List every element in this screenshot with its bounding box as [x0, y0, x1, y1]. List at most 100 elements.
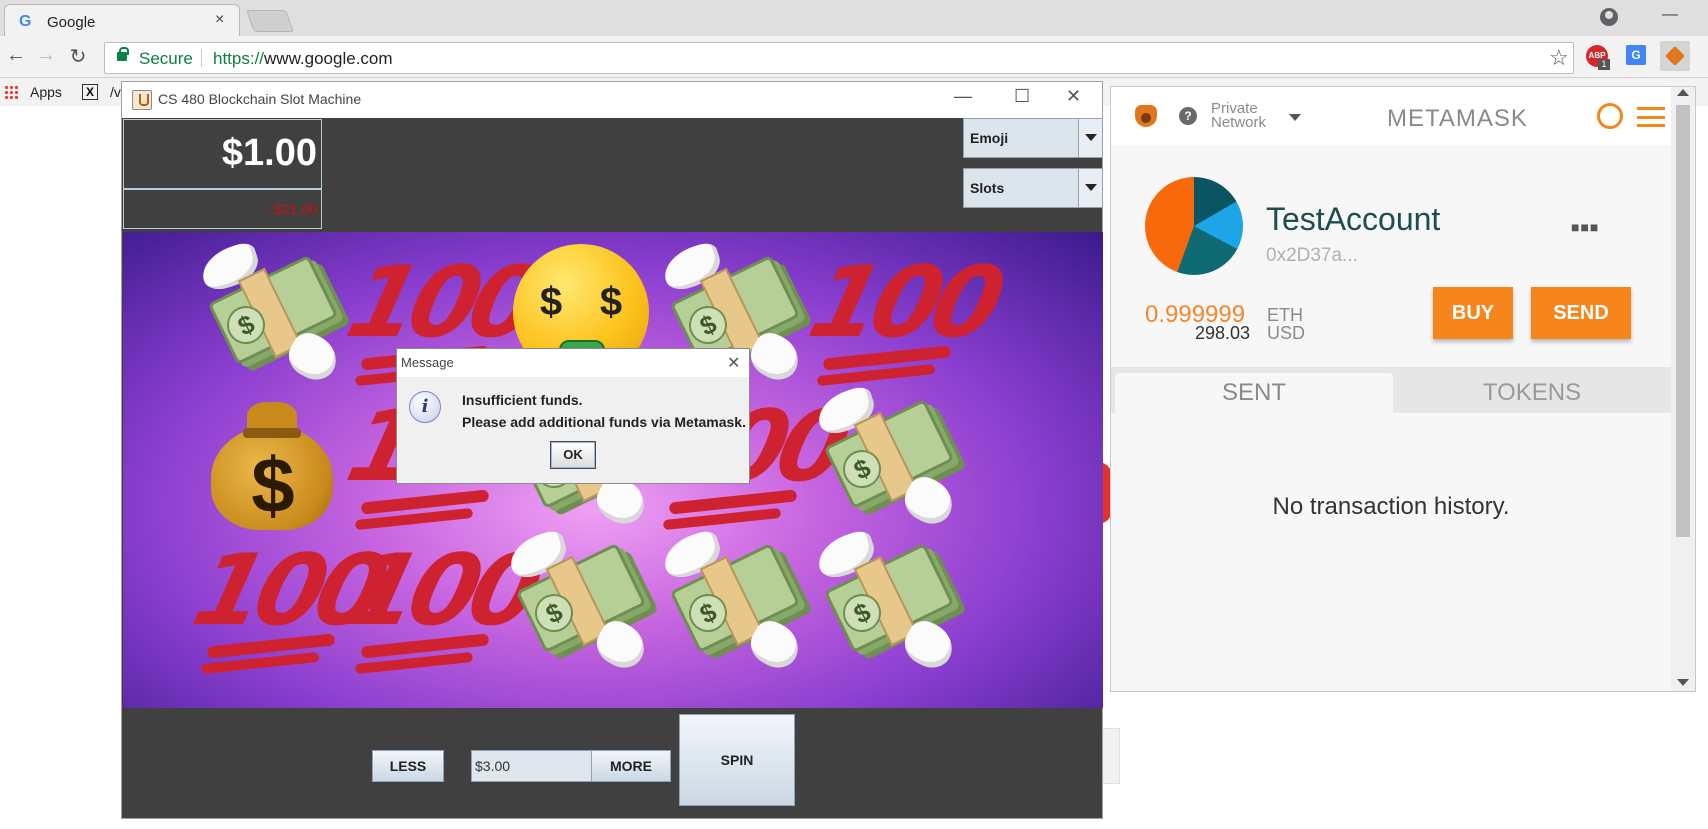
transaction-list: No transaction history.	[1111, 413, 1671, 691]
bookmark-label[interactable]: /v	[110, 84, 121, 100]
hamburger-menu-icon[interactable]	[1637, 107, 1665, 127]
usd-balance: 298.03	[1195, 323, 1251, 343]
account-identicon	[1145, 177, 1243, 275]
scroll-up-icon[interactable]	[1677, 89, 1689, 96]
balance-display: $1.00	[123, 119, 322, 189]
game-select[interactable]: Slots	[963, 168, 1103, 208]
browser-minimize-button[interactable]: —	[1662, 6, 1678, 24]
chevron-down-icon[interactable]	[1078, 119, 1102, 157]
slot-symbol-money-bag: $	[193, 384, 353, 534]
dialog-titlebar[interactable]: Message ✕	[397, 349, 749, 377]
hundred-number: 100	[182, 534, 392, 648]
window-close-button[interactable]: ✕	[1066, 86, 1081, 107]
metamask-header: ? Private Network METAMASK	[1111, 87, 1671, 145]
bookmark-star-icon[interactable]: ☆	[1549, 45, 1569, 71]
reload-icon[interactable]: ↻	[66, 44, 90, 69]
bookmark-favicon-icon[interactable]: X	[82, 84, 98, 100]
dialog-close-icon[interactable]: ✕	[727, 353, 740, 373]
slot-symbol-flying-money: $	[193, 239, 353, 390]
network-name-line2: Network	[1211, 114, 1267, 131]
scroll-down-icon[interactable]	[1677, 679, 1689, 686]
tab-tokens[interactable]: TOKENS	[1393, 373, 1671, 413]
dialog-title: Message	[401, 355, 454, 370]
java-app-icon	[132, 90, 152, 110]
network-caret-icon[interactable]	[1289, 114, 1301, 121]
address-bar[interactable]: Secure https://www.google.com ☆	[104, 42, 1574, 74]
lock-icon	[117, 47, 129, 61]
metamask-tabs: SENT TOKENS	[1111, 367, 1671, 413]
translate-extension-icon[interactable]: G	[1626, 45, 1646, 65]
adblock-badge: 1	[1598, 59, 1610, 70]
url-host: www.google.com	[264, 49, 393, 68]
google-favicon-icon: G	[19, 13, 32, 30]
browser-toolbar: ← → ↻ Secure https://www.google.com ☆ AB…	[0, 36, 1708, 78]
forward-icon[interactable]: →	[34, 44, 58, 67]
screen: G Google × — ← → ↻ Secure https://www.go…	[0, 0, 1708, 829]
apps-label[interactable]: Apps	[30, 84, 62, 100]
slot-machine-titlebar[interactable]: CS 480 Blockchain Slot Machine — ☐ ✕	[122, 82, 1102, 118]
bet-amount-field[interactable]: $3.00	[471, 750, 611, 782]
tab-sent[interactable]: SENT	[1115, 373, 1393, 413]
tab-title: Google	[47, 14, 96, 31]
slot-symbol-flying-money: $	[809, 383, 969, 534]
dollar-eye: $	[539, 280, 563, 324]
window-maximize-button[interactable]: ☐	[1014, 86, 1030, 107]
delta-display: - $21.00	[123, 189, 322, 229]
theme-select-value: Emoji	[970, 130, 1009, 146]
dollar-sign: $	[251, 441, 295, 529]
message-dialog: Message ✕ i Insufficient funds. Please a…	[396, 348, 750, 484]
dialog-message-line1: Insufficient funds.	[462, 392, 583, 408]
bag-tie-shape	[243, 428, 301, 438]
url-scheme: https://	[213, 49, 265, 68]
scrollbar-thumb[interactable]	[1676, 105, 1690, 537]
new-tab-button[interactable]	[245, 10, 295, 32]
apps-grid-icon[interactable]	[4, 85, 18, 99]
window-title: CS 480 Blockchain Slot Machine	[158, 91, 362, 107]
slot-symbol-flying-money: $	[501, 527, 661, 678]
slot-symbol-hundred: 100	[337, 528, 546, 678]
account-name: TestAccount	[1266, 201, 1441, 237]
more-options-icon[interactable]	[1571, 219, 1599, 235]
slot-symbol-flying-money: $	[655, 527, 815, 678]
game-select-value: Slots	[970, 180, 1005, 196]
metamask-title: METAMASK	[1387, 105, 1528, 132]
chevron-down-icon[interactable]	[1078, 169, 1102, 207]
network-selector[interactable]: Private Network	[1211, 101, 1267, 131]
metamask-extension-icon[interactable]	[1660, 41, 1690, 71]
slot-symbol-hundred: 100	[183, 528, 392, 678]
back-icon[interactable]: ←	[4, 44, 28, 67]
balance-value: $1.00	[221, 132, 317, 174]
profile-icon[interactable]	[1600, 8, 1618, 26]
tab-close-icon[interactable]: ×	[215, 11, 224, 29]
hundred-number: 100	[336, 246, 546, 360]
spin-button[interactable]: SPIN	[679, 714, 795, 806]
secure-label: Secure	[139, 49, 193, 68]
metamask-fox-icon	[1135, 105, 1157, 127]
slot-symbol-flying-money: $	[809, 527, 969, 678]
slot-symbol-hundred: 100	[799, 240, 1008, 390]
buy-button[interactable]: BUY	[1433, 287, 1513, 339]
hundred-number: 100	[336, 534, 546, 648]
send-button[interactable]: SEND	[1531, 287, 1631, 339]
metamask-popup: ? Private Network METAMASK TestAccount 0…	[1110, 86, 1696, 692]
account-address[interactable]: 0x2D37a...	[1266, 245, 1358, 267]
help-icon[interactable]: ?	[1179, 107, 1197, 125]
info-icon: i	[409, 391, 441, 423]
ok-button[interactable]: OK	[550, 441, 596, 469]
empty-history-message: No transaction history.	[1272, 493, 1510, 520]
window-minimize-button[interactable]: —	[954, 86, 972, 107]
slot-machine-window: CS 480 Blockchain Slot Machine — ☐ ✕ $1.…	[121, 81, 1103, 819]
delta-value: - $21.00	[265, 201, 317, 217]
account-switch-icon[interactable]	[1597, 103, 1623, 129]
address-separator	[201, 49, 202, 67]
browser-tab-strip: G Google × —	[0, 0, 1708, 38]
usd-unit: USD	[1267, 323, 1306, 343]
account-panel: TestAccount 0x2D37a... 0.999999 ETH 298.…	[1111, 145, 1671, 367]
dollar-eye: $	[599, 280, 623, 324]
browser-tab[interactable]: G Google ×	[4, 4, 240, 38]
theme-select[interactable]: Emoji	[963, 118, 1103, 158]
popup-scrollbar[interactable]	[1671, 87, 1695, 691]
less-button[interactable]: LESS	[372, 750, 444, 782]
more-button[interactable]: MORE	[591, 750, 671, 782]
hundred-number: 100	[798, 246, 1008, 360]
